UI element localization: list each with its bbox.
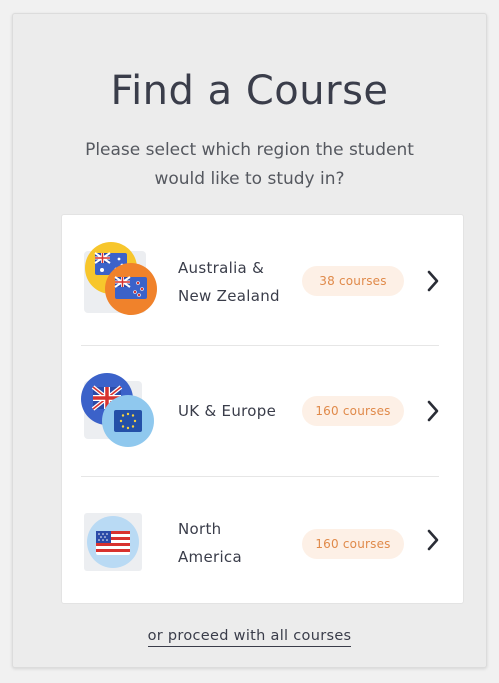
course-count-badge: 160 courses	[302, 396, 404, 426]
find-course-panel: Find a Course Please select which region…	[12, 13, 487, 668]
page-title: Find a Course	[110, 68, 389, 114]
region-label: UK & Europe	[178, 402, 277, 420]
chevron-right-icon	[427, 529, 439, 551]
usa-flag-icon	[84, 513, 142, 571]
proceed-all-courses-label[interactable]: or proceed with all courses	[147, 628, 352, 647]
uk-europe-flags-icon	[81, 373, 154, 447]
australia-new-zealand-flags-icon	[84, 242, 157, 315]
region-label: North America	[178, 520, 242, 566]
page-subtitle: Please select which region the student w…	[85, 140, 414, 189]
chevron-right-icon	[427, 400, 439, 422]
proceed-all-courses-link[interactable]: or proceed with all courses	[13, 628, 486, 647]
chevron-right-icon	[427, 270, 439, 292]
region-list: Australia & New Zealand 38 courses UK & …	[61, 214, 464, 604]
course-count-badge: 38 courses	[302, 266, 404, 296]
course-count-badge: 160 courses	[302, 529, 404, 559]
region-label: Australia & New Zealand	[178, 259, 280, 305]
